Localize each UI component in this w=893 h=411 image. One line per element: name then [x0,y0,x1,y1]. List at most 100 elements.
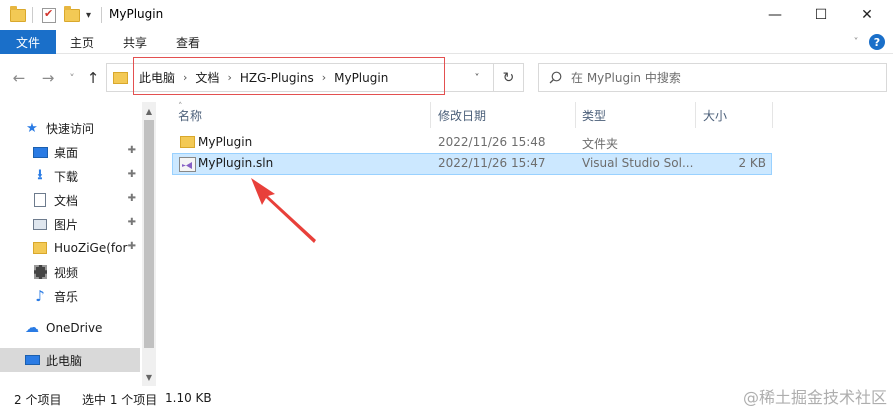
breadcrumb-this-pc[interactable]: 此电脑 [135,69,179,86]
file-name: MyPlugin.sln [198,156,274,170]
maximize-button[interactable]: ☐ [798,0,844,30]
status-selection: 选中 1 个项目 [82,393,158,407]
sidebar-scrollbar[interactable]: ▲ ▼ [142,102,156,386]
column-divider[interactable] [772,102,773,128]
sidebar-item-quick-access[interactable]: ★ 快速访问 [0,116,140,140]
breadcrumb-myplugin[interactable]: MyPlugin [330,71,392,85]
search-box[interactable] [538,63,887,92]
column-header-type[interactable]: 类型 [582,102,606,128]
address-folder-icon [113,72,128,84]
tab-file[interactable]: 文件 [0,30,56,54]
address-bar[interactable]: 此电脑 › 文档 › HZG-Plugins › MyPlugin ˅ ↻ [106,63,524,92]
chevron-right-icon[interactable]: › [179,71,191,84]
status-item-count: 2 个项目 [14,393,62,407]
column-header-size[interactable]: 大小 [703,102,727,128]
breadcrumb-documents[interactable]: 文档 [191,69,223,86]
chevron-right-icon[interactable]: › [318,71,330,84]
file-size: 2 KB [738,156,766,170]
quick-access-separator [32,7,33,23]
status-size: 1.10 KB [165,391,212,405]
sidebar-item-label: HuoZiGe(for [54,241,128,255]
pin-icon: ✚ [127,217,136,228]
document-icon [32,193,48,207]
picture-icon [32,217,48,231]
sidebar-item-downloads[interactable]: ⭳ 下载 ✚ [0,164,140,188]
desktop-icon [32,145,48,159]
help-icon[interactable]: ? [869,34,885,50]
computer-icon [24,353,40,367]
sidebar-item-huozige[interactable]: HuoZiGe(for ✚ [0,236,140,260]
new-folder-icon[interactable] [64,5,80,23]
table-row[interactable]: MyPlugin 2022/11/26 15:48 文件夹 [172,132,772,154]
sidebar-item-label: 文档 [54,193,79,208]
tab-share[interactable]: 共享 [123,30,147,54]
video-icon [32,265,48,279]
file-type: Visual Studio Sol... [582,156,694,170]
title-bar: ▾ MyPlugin — ☐ ✕ [0,0,893,30]
back-button[interactable]: ← [9,68,29,88]
breadcrumb-hzg-plugins[interactable]: HZG-Plugins [236,71,318,85]
table-row[interactable]: MyPlugin.sln 2022/11/26 15:47 Visual Stu… [172,153,772,175]
sidebar-item-music[interactable]: ♪ 音乐 [0,284,140,308]
sidebar-item-pictures[interactable]: 图片 ✚ [0,212,140,236]
cloud-icon: ☁ [25,320,39,336]
scrollbar-thumb[interactable] [144,120,154,348]
address-dropdown-icon[interactable]: ˅ [469,70,485,86]
pin-icon: ✚ [127,193,136,204]
scroll-up-icon[interactable]: ▲ [142,104,156,118]
tab-home[interactable]: 主页 [70,30,94,54]
sidebar-item-documents[interactable]: 文档 ✚ [0,188,140,212]
quick-access-folder-icon[interactable] [10,5,26,23]
sidebar-item-label: OneDrive [46,321,103,335]
sidebar-item-this-pc[interactable]: 此电脑 [0,348,140,372]
title-separator [101,7,102,23]
music-icon: ♪ [35,287,45,305]
sidebar-item-onedrive[interactable]: ☁ OneDrive [0,316,140,340]
column-divider[interactable] [575,102,576,128]
navigation-bar: ← → ˅ ↑ 此电脑 › 文档 › HZG-Plugins › MyPlugi… [0,54,893,102]
close-button[interactable]: ✕ [844,0,890,30]
column-divider[interactable] [695,102,696,128]
quick-access-dropdown-icon[interactable]: ▾ [86,7,91,23]
ribbon: 文件 主页 共享 查看 ˅ ? [0,30,893,54]
refresh-button[interactable]: ↻ [493,64,523,91]
sidebar-item-label: 视频 [54,265,79,280]
column-divider[interactable] [430,102,431,128]
visual-studio-solution-icon [179,157,196,172]
star-icon: ★ [26,120,38,136]
sidebar-item-label: 图片 [54,217,79,232]
sidebar-item-label: 音乐 [54,289,79,304]
column-header-name[interactable]: 名称 [178,102,202,128]
breadcrumb: 此电脑 › 文档 › HZG-Plugins › MyPlugin [135,64,392,91]
download-icon: ⭳ [37,167,43,183]
sidebar-item-label: 桌面 [54,145,79,160]
chevron-right-icon[interactable]: › [223,71,235,84]
search-input[interactable] [571,64,871,91]
pin-icon: ✚ [127,145,136,156]
folder-icon [32,241,48,255]
minimize-button[interactable]: — [752,0,798,30]
up-button[interactable]: ↑ [83,68,103,88]
pin-icon: ✚ [127,241,136,252]
watermark: @稀土掘金技术社区 [742,388,887,407]
sidebar-item-videos[interactable]: 视频 [0,260,140,284]
scroll-down-icon[interactable]: ▼ [142,370,156,384]
sidebar-item-label: 此电脑 [46,353,83,368]
tab-view[interactable]: 查看 [176,30,200,54]
file-modified: 2022/11/26 15:47 [438,156,546,170]
window-title: MyPlugin [109,7,164,21]
sidebar-item-desktop[interactable]: 桌面 ✚ [0,140,140,164]
navigation-pane: ★ 快速访问 桌面 ✚ ⭳ 下载 ✚ 文档 ✚ 图片 ✚ HuoZiGe(for… [0,102,156,386]
properties-icon[interactable] [42,7,56,23]
file-modified: 2022/11/26 15:48 [438,135,546,149]
search-icon [549,71,562,84]
folder-icon [180,136,195,148]
sidebar-item-label: 下载 [54,169,79,184]
forward-button[interactable]: → [38,68,58,88]
file-list: ˄ 名称 修改日期 类型 大小 MyPlugin 2022/11/26 15:4… [158,102,893,386]
column-header-modified[interactable]: 修改日期 [438,102,486,128]
recent-locations-button[interactable]: ˅ [62,68,82,88]
expand-ribbon-icon[interactable]: ˅ [849,35,863,49]
pin-icon: ✚ [127,169,136,180]
file-name: MyPlugin [198,135,253,149]
